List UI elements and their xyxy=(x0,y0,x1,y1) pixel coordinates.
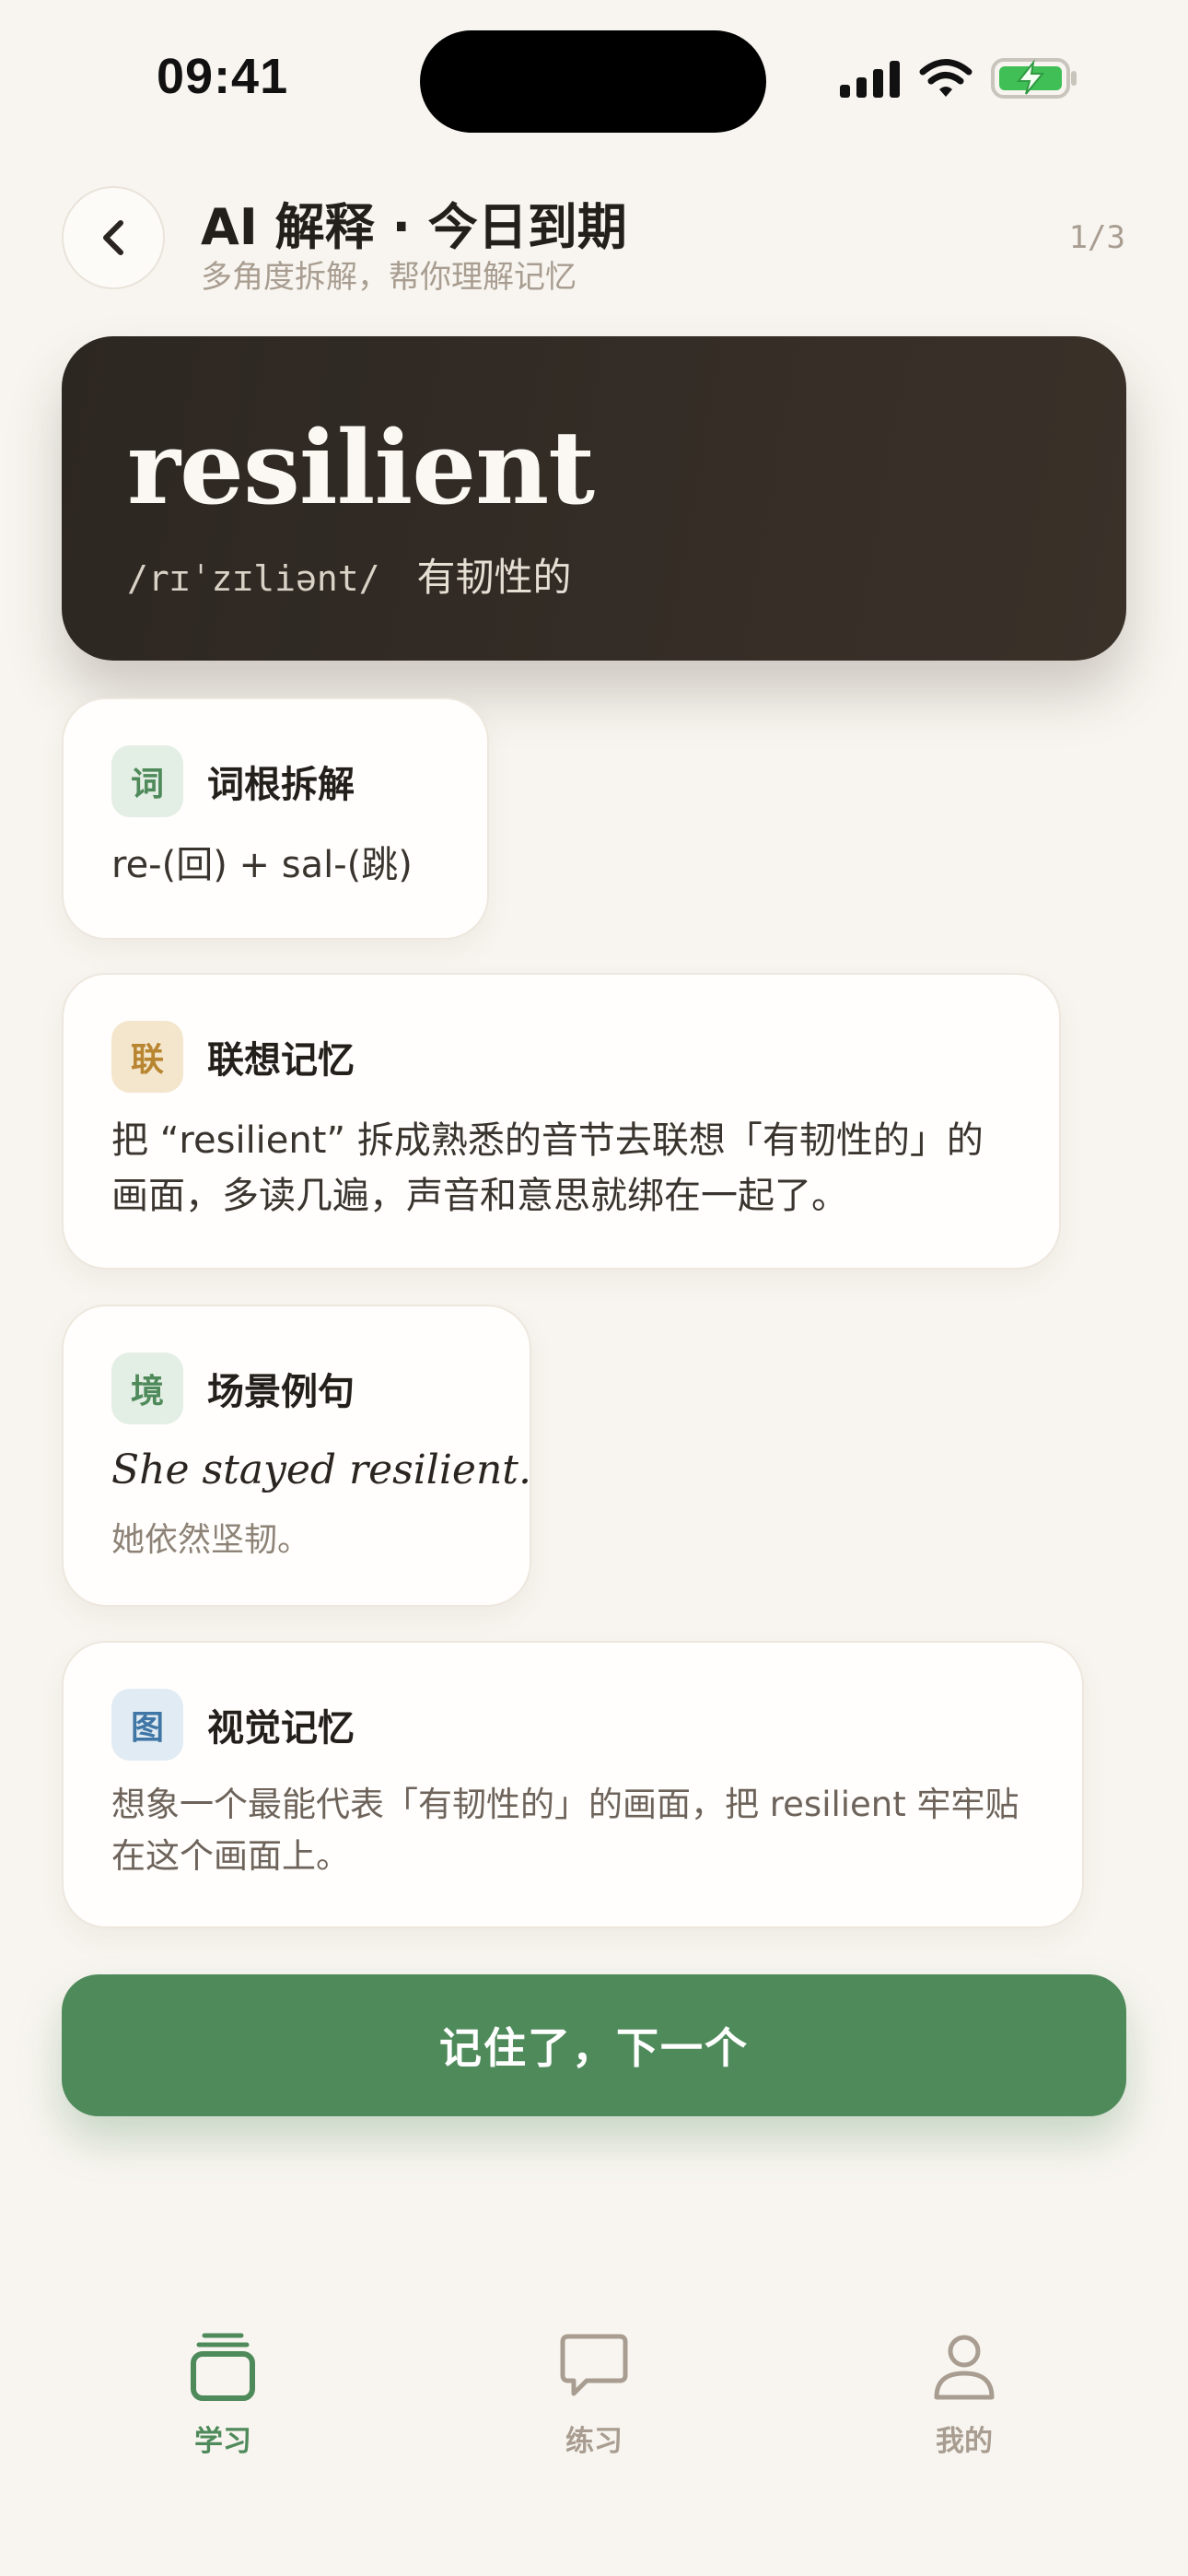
signal-icon xyxy=(840,61,900,98)
visual-tag-badge: 图 xyxy=(111,1689,183,1761)
page-subtitle: 多角度拆解，帮你理解记忆 xyxy=(201,259,577,296)
card-title: 词根拆解 xyxy=(207,764,355,806)
example-sentence-en: She stayed resilient. xyxy=(111,1446,531,1493)
chat-bubble-icon xyxy=(560,2334,628,2396)
scene-example-card: 境 场景例句 She stayed resilient. 她依然坚韧。 xyxy=(62,1305,531,1607)
visual-memory-text: 想象一个最能代表「有韧性的」的画面，把 resilient 牢牢贴在这个画面上。 xyxy=(111,1785,1019,1876)
dynamic-island xyxy=(420,30,766,133)
screen: 09:41 AI 解释 · 今日到期 多角度拆解，帮你理解记忆 1/3 resi xyxy=(0,0,1188,2576)
card-header: 词 词根拆解 xyxy=(111,745,355,817)
association-card: 联 联想记忆 把 “resilient” 拆成熟悉的音节去联想「有韧性的」的画面… xyxy=(62,973,1061,1270)
phonetic-text: /rɪˈzɪliənt/ xyxy=(127,558,380,599)
person-icon xyxy=(934,2335,995,2400)
tab-label: 我的 xyxy=(936,2425,993,2458)
root-breakdown-text: re-(回) + sal-(跳) xyxy=(111,844,413,886)
visual-memory-card: 图 视觉记忆 想象一个最能代表「有韧性的」的画面，把 resilient 牢牢贴… xyxy=(62,1641,1084,1928)
card-header: 图 视觉记忆 xyxy=(111,1689,355,1761)
association-text: 把 “resilient” 拆成熟悉的音节去联想「有韧性的」的画面，多读几遍，声… xyxy=(111,1119,984,1217)
progress-counter: 1/3 xyxy=(1068,219,1125,256)
association-tag-badge: 联 xyxy=(111,1021,183,1093)
word-card: resilient /rɪˈzɪliənt/ 有韧性的 xyxy=(62,336,1126,661)
remembered-next-button[interactable]: 记住了，下一个 xyxy=(62,1974,1126,2116)
status-icons xyxy=(840,55,1079,101)
tab-practice[interactable]: 练习 xyxy=(502,2331,686,2459)
root-breakdown-card: 词 词根拆解 re-(回) + sal-(跳) xyxy=(62,697,489,940)
card-header: 联 联想记忆 xyxy=(111,1021,355,1093)
word-text: resilient xyxy=(127,408,595,527)
cards-stack-icon xyxy=(191,2333,255,2401)
example-sentence-cn: 她依然坚韧。 xyxy=(111,1521,311,1559)
tab-study[interactable]: 学习 xyxy=(131,2331,315,2459)
word-pronunciation-row: /rɪˈzɪliənt/ 有韧性的 xyxy=(127,546,572,603)
status-time: 09:41 xyxy=(157,49,289,104)
tab-label: 练习 xyxy=(565,2425,623,2458)
page-title: AI 解释 · 今日到期 xyxy=(201,198,627,256)
card-title: 联想记忆 xyxy=(207,1039,355,1082)
card-header: 境 场景例句 xyxy=(111,1352,355,1424)
tab-profile[interactable]: 我的 xyxy=(872,2331,1056,2459)
wifi-icon xyxy=(919,59,973,97)
word-meaning: 有韧性的 xyxy=(416,555,572,600)
card-title: 场景例句 xyxy=(207,1371,355,1413)
scene-tag-badge: 境 xyxy=(111,1352,183,1424)
tab-label: 学习 xyxy=(194,2425,251,2458)
root-tag-badge: 词 xyxy=(111,745,183,817)
battery-charging-icon xyxy=(991,58,1077,99)
chevron-left-icon xyxy=(103,220,123,255)
card-title: 视觉记忆 xyxy=(207,1707,355,1750)
back-button[interactable] xyxy=(62,186,165,289)
